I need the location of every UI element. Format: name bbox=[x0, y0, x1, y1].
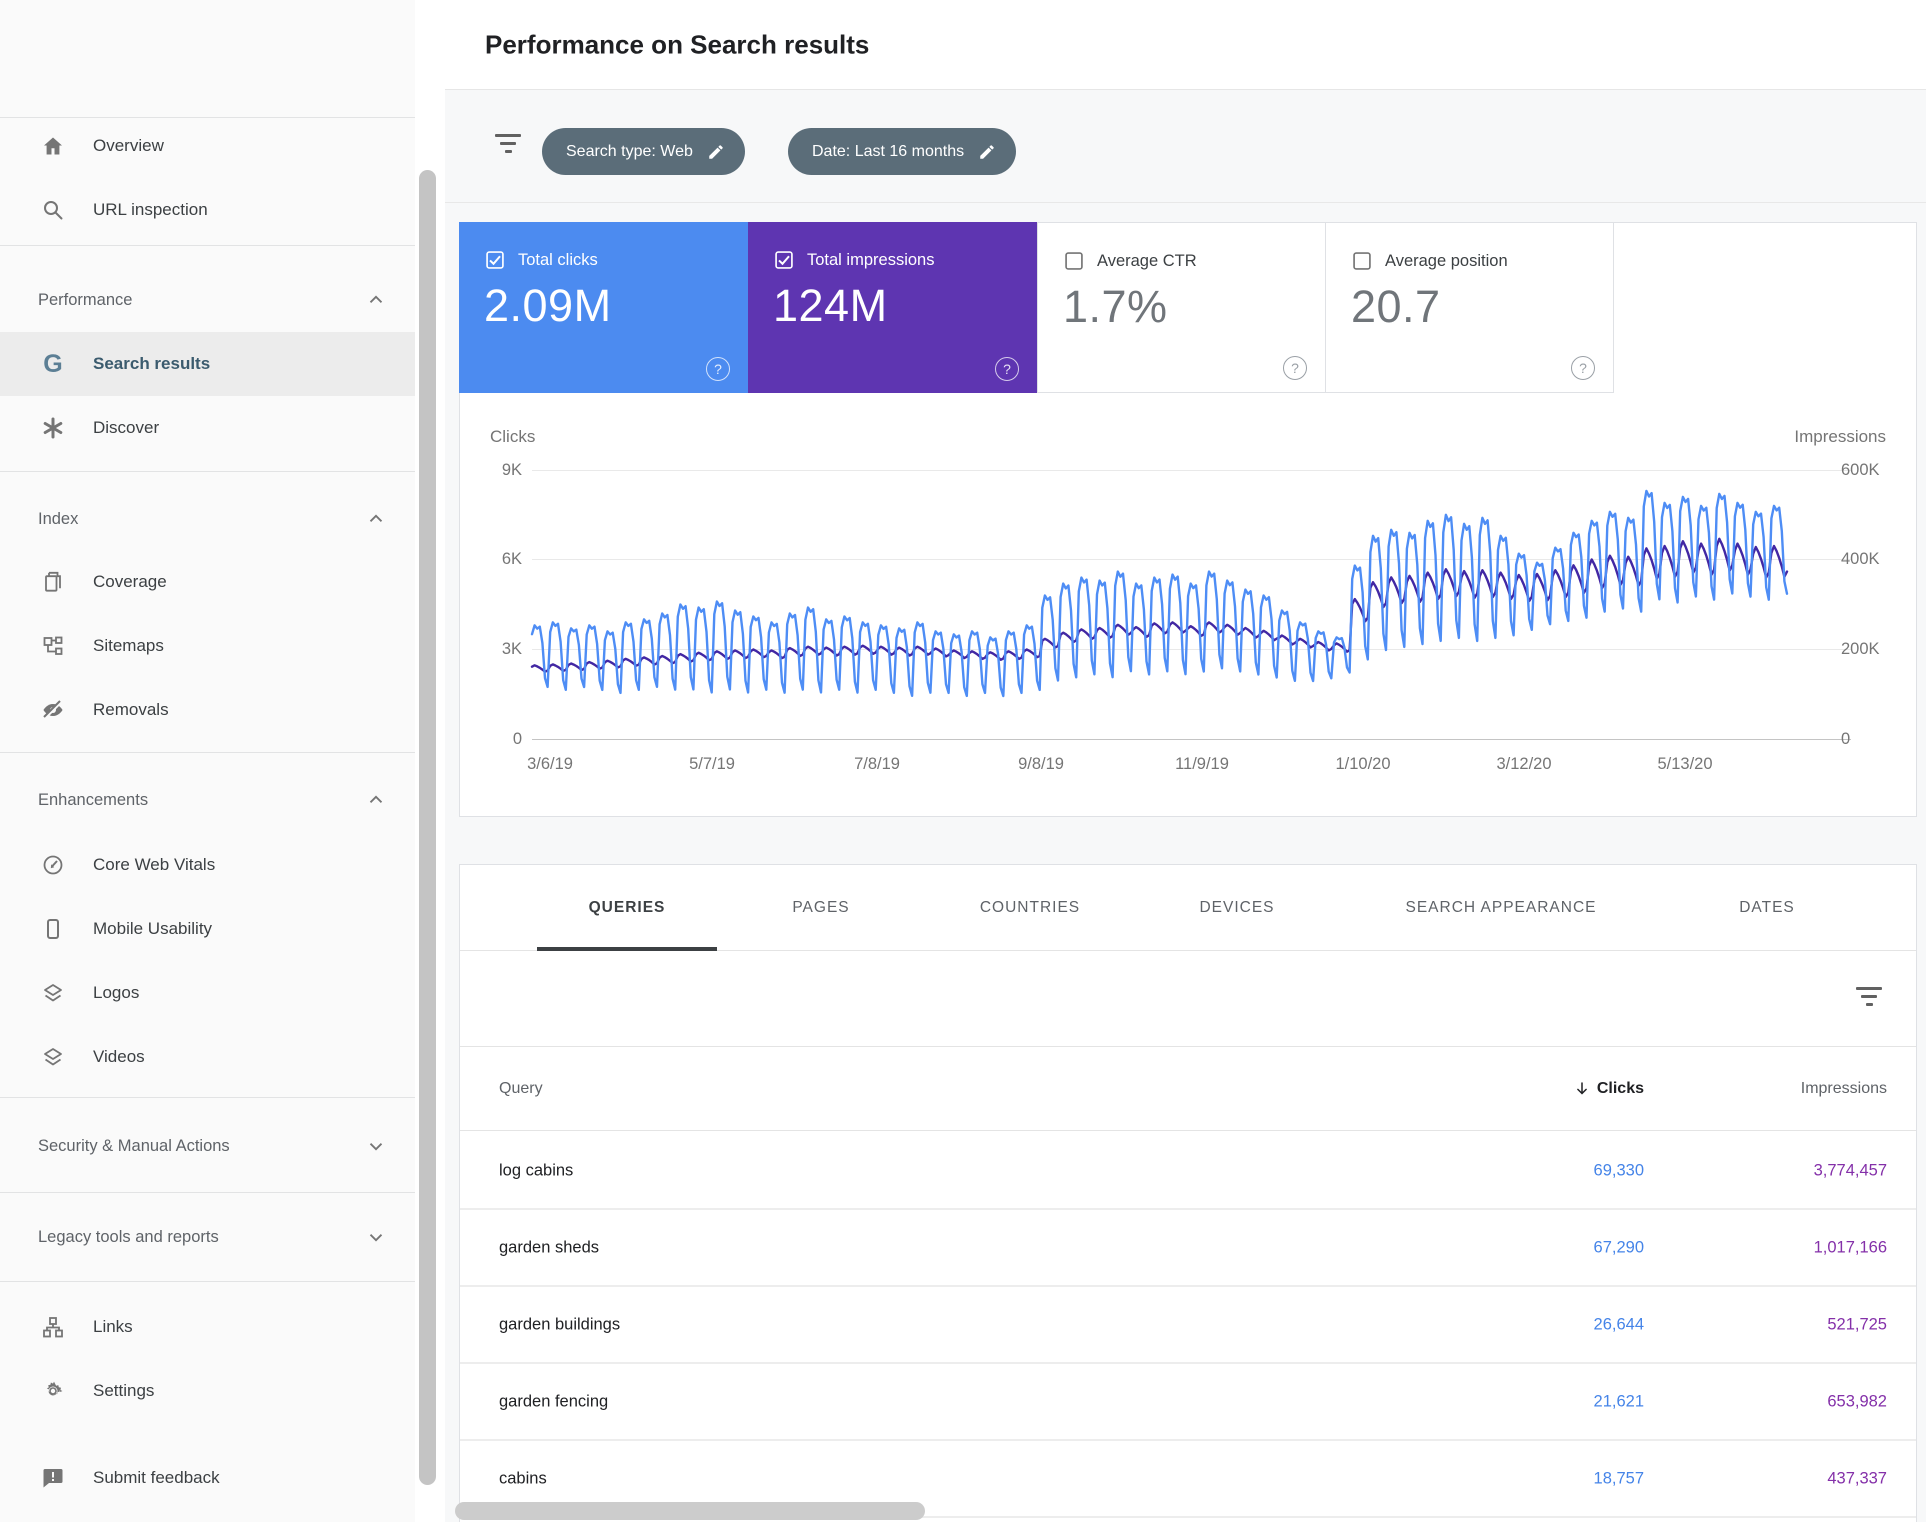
sidebar-item-links[interactable]: Links bbox=[0, 1295, 415, 1359]
phone-icon bbox=[40, 916, 66, 942]
impressions-cell: 437,337 bbox=[1827, 1469, 1887, 1488]
table-row[interactable]: log cabins 69,330 3,774,457 bbox=[460, 1133, 1916, 1210]
clicks-cell: 69,330 bbox=[1594, 1161, 1644, 1180]
layers-icon bbox=[40, 980, 66, 1006]
sort-arrow-down-icon bbox=[1573, 1080, 1591, 1098]
sidebar-item-core-web-vitals[interactable]: Core Web Vitals bbox=[0, 833, 415, 897]
divider bbox=[0, 1281, 415, 1282]
feedback-bubble-icon bbox=[40, 1465, 66, 1491]
page-header: Performance on Search results bbox=[445, 0, 1926, 90]
tab-pages[interactable]: PAGES bbox=[792, 865, 849, 951]
sidebar-scrollbar-thumb[interactable] bbox=[419, 170, 436, 1485]
removals-eye-off-icon bbox=[40, 697, 66, 723]
discover-star-icon bbox=[40, 415, 66, 441]
divider bbox=[0, 1097, 415, 1098]
page-title: Performance on Search results bbox=[485, 29, 869, 60]
main-content: Performance on Search results Search typ… bbox=[445, 0, 1926, 1522]
sidebar-item-sitemaps[interactable]: Sitemaps bbox=[0, 614, 415, 678]
sidebar-item-submit-feedback[interactable]: Submit feedback bbox=[0, 1446, 415, 1510]
impressions-cell: 653,982 bbox=[1827, 1392, 1887, 1411]
sidebar-item-discover[interactable]: Discover bbox=[0, 396, 415, 460]
clicks-cell: 18,757 bbox=[1594, 1469, 1644, 1488]
sidebar-item-label: Overview bbox=[93, 136, 164, 156]
sidebar-item-logos[interactable]: Logos bbox=[0, 961, 415, 1025]
section-enhancements[interactable]: Enhancements bbox=[0, 772, 415, 828]
query-cell: garden fencing bbox=[499, 1392, 608, 1411]
divider bbox=[0, 1192, 415, 1193]
chevron-down-icon bbox=[365, 1226, 387, 1248]
sitemaps-tree-icon bbox=[40, 633, 66, 659]
impressions-cell: 1,017,166 bbox=[1814, 1238, 1887, 1257]
query-cell: cabins bbox=[499, 1469, 547, 1488]
divider bbox=[0, 245, 415, 246]
divider bbox=[0, 752, 415, 753]
coverage-pages-icon bbox=[40, 569, 66, 595]
layers-icon bbox=[40, 1044, 66, 1070]
dimension-tabs: QUERIES PAGES COUNTRIES DEVICES SEARCH A… bbox=[460, 865, 1916, 951]
gear-icon bbox=[40, 1378, 66, 1404]
dimensions-table-panel: QUERIES PAGES COUNTRIES DEVICES SEARCH A… bbox=[459, 864, 1917, 1522]
section-index[interactable]: Index bbox=[0, 491, 415, 547]
impressions-cell: 3,774,457 bbox=[1814, 1161, 1887, 1180]
table-row[interactable]: garden buildings 26,644 521,725 bbox=[460, 1287, 1916, 1364]
clicks-impressions-line-chart bbox=[460, 223, 1916, 816]
section-legacy-tools[interactable]: Legacy tools and reports bbox=[0, 1209, 415, 1265]
table-filter-icon[interactable] bbox=[1856, 987, 1882, 1006]
tab-countries[interactable]: COUNTRIES bbox=[980, 865, 1080, 951]
column-header-clicks[interactable]: Clicks bbox=[1573, 1080, 1644, 1098]
impressions-cell: 521,725 bbox=[1827, 1315, 1887, 1334]
query-cell: garden sheds bbox=[499, 1238, 599, 1257]
sidebar-item-videos[interactable]: Videos bbox=[0, 1025, 415, 1089]
sidebar-item-coverage[interactable]: Coverage bbox=[0, 550, 415, 614]
horizontal-scrollbar-thumb[interactable] bbox=[455, 1502, 925, 1520]
table-row[interactable]: garden sheds 67,290 1,017,166 bbox=[460, 1210, 1916, 1287]
filter-lines-icon[interactable] bbox=[495, 134, 521, 153]
google-g-icon: G bbox=[40, 351, 66, 377]
column-header-impressions[interactable]: Impressions bbox=[1801, 1080, 1887, 1098]
date-range-chip[interactable]: Date: Last 16 months bbox=[788, 128, 1016, 175]
table-row[interactable]: garden fencing 21,621 653,982 bbox=[460, 1364, 1916, 1441]
chevron-up-icon bbox=[365, 289, 387, 311]
sidebar-item-settings[interactable]: Settings bbox=[0, 1359, 415, 1423]
section-performance[interactable]: Performance bbox=[0, 272, 415, 328]
sidebar-scrollbar-track bbox=[415, 0, 445, 1522]
sidebar-item-url-inspection[interactable]: URL inspection bbox=[0, 178, 415, 242]
column-header-query[interactable]: Query bbox=[499, 1080, 543, 1098]
chevron-down-icon bbox=[365, 1135, 387, 1157]
tab-devices[interactable]: DEVICES bbox=[1199, 865, 1274, 951]
search-type-chip[interactable]: Search type: Web bbox=[542, 128, 745, 175]
speedometer-icon bbox=[40, 852, 66, 878]
chevron-up-icon bbox=[365, 508, 387, 530]
table-toolbar bbox=[460, 951, 1916, 1047]
chevron-up-icon bbox=[365, 789, 387, 811]
table-header-row: Query Clicks Impressions bbox=[460, 1047, 1916, 1131]
pencil-icon bbox=[978, 143, 996, 161]
tab-dates[interactable]: DATES bbox=[1739, 865, 1795, 951]
section-security-manual-actions[interactable]: Security & Manual Actions bbox=[0, 1118, 415, 1174]
pencil-icon bbox=[707, 143, 725, 161]
tab-search-appearance[interactable]: SEARCH APPEARANCE bbox=[1406, 865, 1597, 951]
search-console-app: Overview URL inspection Performance G Se… bbox=[0, 0, 1926, 1522]
sidebar-item-removals[interactable]: Removals bbox=[0, 678, 415, 742]
sidebar-item-mobile-usability[interactable]: Mobile Usability bbox=[0, 897, 415, 961]
clicks-cell: 67,290 bbox=[1594, 1238, 1644, 1257]
query-cell: garden buildings bbox=[499, 1315, 620, 1334]
sidebar: Overview URL inspection Performance G Se… bbox=[0, 0, 415, 1522]
filter-bar: Search type: Web Date: Last 16 months bbox=[445, 90, 1926, 203]
sidebar-item-overview[interactable]: Overview bbox=[0, 114, 415, 178]
home-icon bbox=[40, 133, 66, 159]
tab-queries[interactable]: QUERIES bbox=[589, 865, 666, 951]
clicks-cell: 26,644 bbox=[1594, 1315, 1644, 1334]
divider bbox=[0, 471, 415, 472]
performance-chart-panel: Total clicks 2.09M ? Total impressions 1… bbox=[459, 222, 1917, 817]
links-tree-icon bbox=[40, 1314, 66, 1340]
clicks-cell: 21,621 bbox=[1594, 1392, 1644, 1411]
sidebar-item-label: URL inspection bbox=[93, 200, 208, 220]
sidebar-item-search-results[interactable]: G Search results bbox=[0, 332, 415, 396]
query-cell: log cabins bbox=[499, 1161, 573, 1180]
search-icon bbox=[40, 197, 66, 223]
